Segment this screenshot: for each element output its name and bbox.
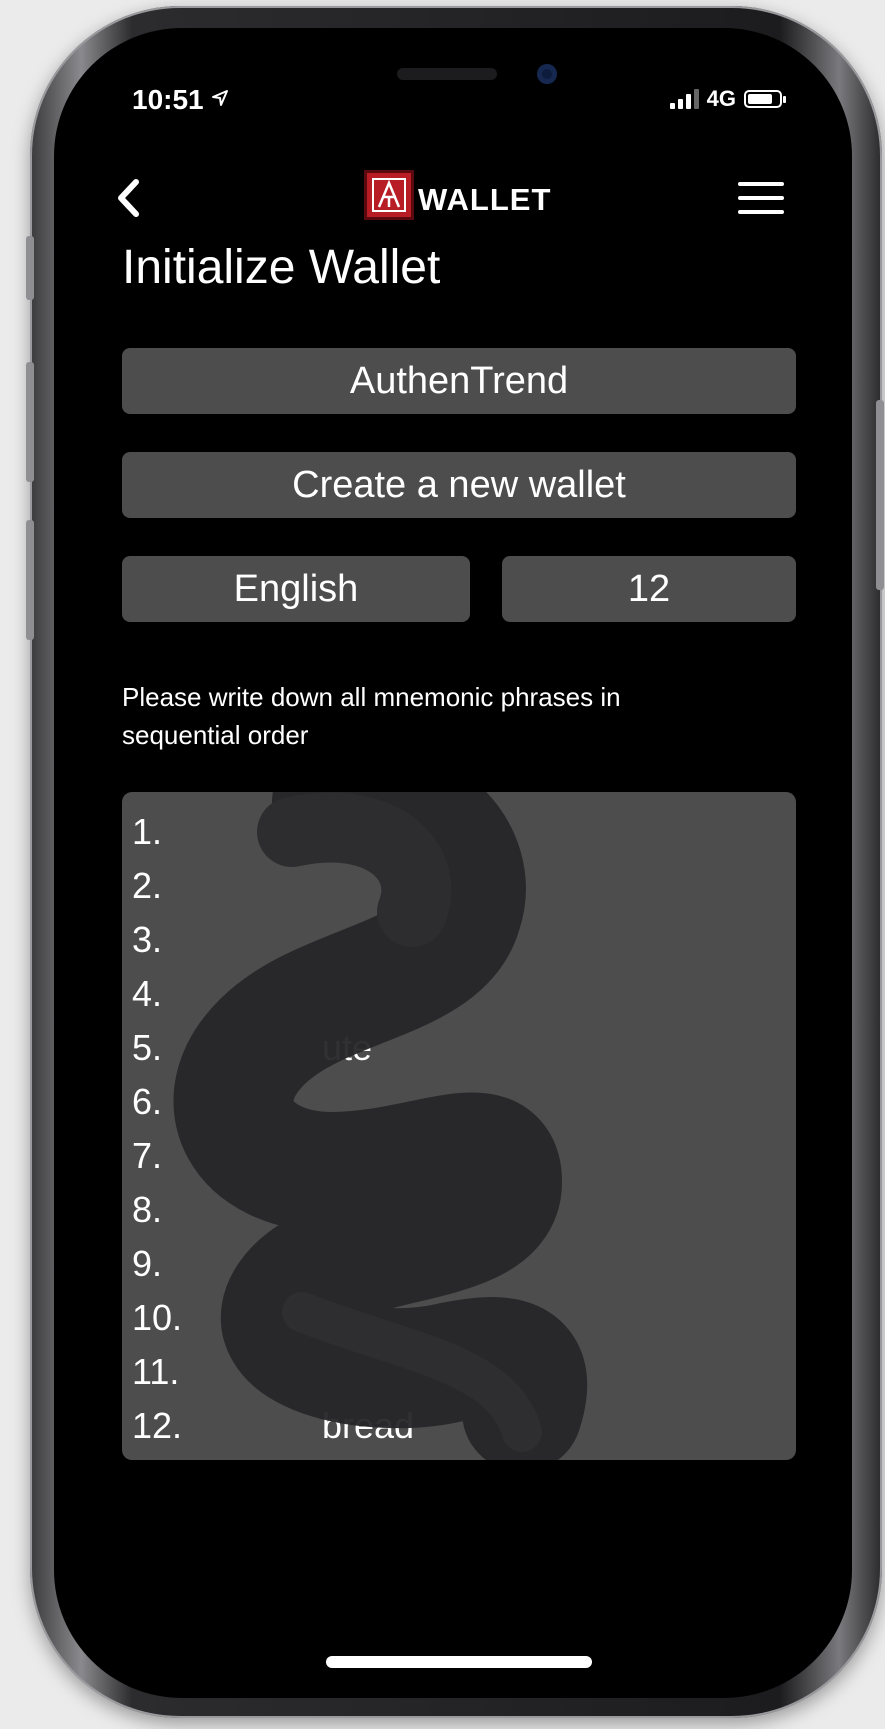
mnemonic-row: 8.	[132, 1184, 772, 1236]
status-bar: 10:51 4G	[54, 28, 852, 118]
mnemonic-number: 9.	[132, 1243, 163, 1284]
mnemonic-row: 5. ute	[132, 1022, 772, 1074]
mnemonic-row: 4.	[132, 968, 772, 1020]
mnemonic-number: 11.	[132, 1351, 180, 1392]
instructions-text: Please write down all mnemonic phrases i…	[122, 682, 621, 750]
mnemonic-row: 7.	[132, 1130, 772, 1182]
volume-down-button	[26, 520, 34, 640]
mnemonic-number: 6.	[132, 1081, 163, 1122]
page-title: Initialize Wallet	[122, 241, 441, 294]
mnemonic-row: 11.	[132, 1346, 772, 1398]
power-button	[876, 400, 884, 590]
battery-icon	[744, 90, 786, 108]
location-arrow-icon	[212, 90, 229, 106]
mnemonic-number: 2.	[132, 865, 163, 906]
volume-up-button	[26, 362, 34, 482]
mnemonic-number: 1.	[132, 811, 163, 852]
mnemonic-row: 2.	[132, 860, 772, 912]
mnemonic-number: 3.	[132, 919, 163, 960]
nav-bar: WALLET	[54, 158, 852, 238]
mute-switch	[26, 236, 34, 300]
create-wallet-button[interactable]: Create a new wallet	[122, 452, 796, 518]
back-button[interactable]	[110, 178, 146, 218]
logo-text: WALLET	[418, 182, 552, 217]
chevron-left-icon	[118, 179, 139, 217]
status-time: 10:51	[132, 84, 229, 116]
mnemonic-number: 8.	[132, 1189, 163, 1230]
authentrend-logo-icon	[364, 170, 414, 220]
mnemonic-row: 6.	[132, 1076, 772, 1128]
mnemonic-number: 10.	[132, 1297, 183, 1338]
mnemonic-row: 10.	[132, 1292, 772, 1344]
network-type: 4G	[706, 86, 736, 111]
mnemonic-number: 5.	[132, 1027, 163, 1068]
app-screen: 10:51 4G WALLET Initialize Wallet Authen…	[54, 28, 852, 1698]
mnemonic-row: 12. bread	[132, 1400, 772, 1452]
home-indicator[interactable]	[326, 1656, 592, 1668]
mnemonic-number: 7.	[132, 1135, 163, 1176]
mnemonic-row: 3.	[132, 914, 772, 966]
hamburger-menu-icon	[738, 182, 784, 186]
language-select[interactable]: English	[122, 556, 470, 622]
mnemonic-word: ute	[322, 1027, 373, 1068]
mnemonic-row: 1.	[132, 806, 772, 858]
menu-button[interactable]	[738, 182, 784, 214]
mnemonic-number: 12.	[132, 1405, 183, 1446]
mnemonic-number: 4.	[132, 973, 163, 1014]
app-logo: WALLET	[364, 170, 551, 220]
word-count-select[interactable]: 12	[502, 556, 796, 622]
status-icons: 4G	[669, 86, 786, 112]
mnemonic-word: bread	[322, 1405, 415, 1446]
cellular-signal-icon	[669, 89, 699, 109]
mnemonic-row: 9.	[132, 1238, 772, 1290]
device-name-button[interactable]: AuthenTrend	[122, 348, 796, 414]
mnemonic-list: 1. 2. 3. 4. 5. ute 6. 7. 8. 9. 10. 11. 12…	[122, 792, 796, 1460]
